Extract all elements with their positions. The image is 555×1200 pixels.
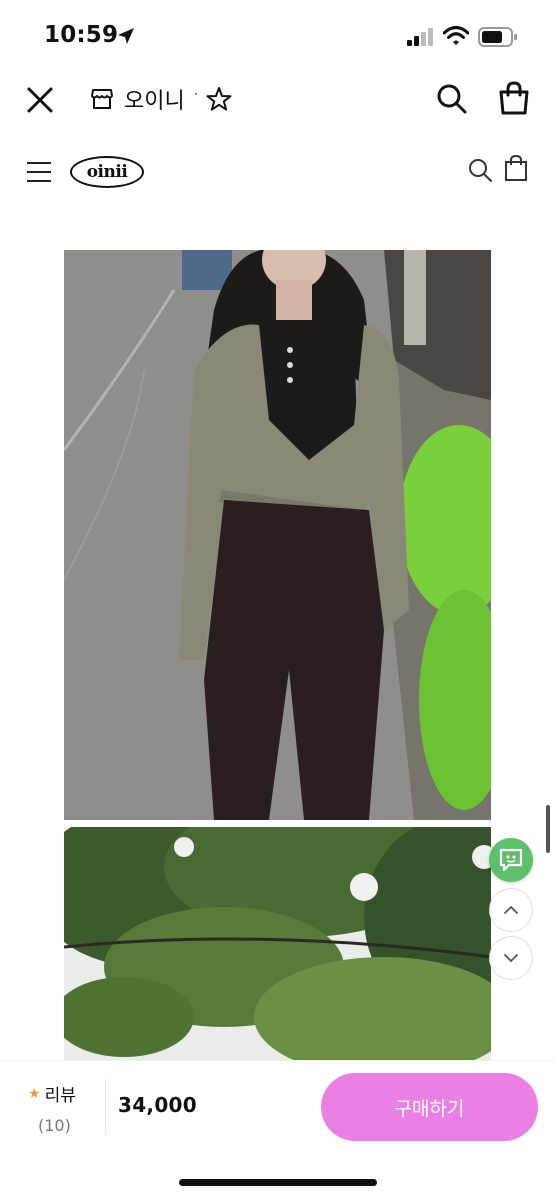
logo-text: oinii [86, 162, 128, 182]
app-header: 오이니 · [0, 70, 555, 130]
store-icon [91, 89, 113, 109]
location-arrow-icon [118, 28, 134, 44]
search-icon[interactable] [467, 157, 493, 183]
store-name[interactable]: 오이니 [124, 83, 185, 115]
site-logo[interactable]: oinii [70, 156, 144, 188]
signal-icon [407, 28, 433, 46]
separator: · [193, 84, 199, 105]
product-photo-trees [64, 827, 491, 1067]
battery-icon [478, 27, 517, 47]
price: 34,000 [118, 1093, 197, 1117]
star-icon[interactable] [206, 86, 232, 112]
review-count: (10) [38, 1116, 71, 1135]
hamburger-menu-icon[interactable] [26, 160, 52, 184]
review-star-icon: ★ [28, 1085, 41, 1102]
status-time: 10:59 [44, 22, 119, 48]
search-icon[interactable] [436, 83, 468, 115]
site-header: oinii [0, 140, 555, 206]
scrollbar[interactable] [546, 805, 550, 853]
scroll-down-button[interactable] [489, 936, 533, 980]
close-icon[interactable] [24, 84, 56, 116]
chevron-up-icon [504, 905, 518, 914]
divider [105, 1079, 106, 1135]
review-line: ★ 리뷰 [28, 1081, 100, 1107]
buy-button[interactable]: 구매하기 [321, 1073, 538, 1141]
chat-button[interactable] [489, 838, 533, 882]
chat-icon [499, 848, 523, 872]
shopping-bag-icon[interactable] [504, 154, 528, 182]
review-label: 리뷰 [44, 1086, 76, 1106]
scroll-up-button[interactable] [489, 888, 533, 932]
wifi-icon [443, 26, 469, 45]
shopping-bag-icon[interactable] [498, 81, 530, 115]
review-summary[interactable]: ★ 리뷰 (10) [28, 1081, 100, 1136]
chevron-down-icon [504, 954, 518, 963]
home-indicator [179, 1179, 377, 1186]
product-photo-model [64, 250, 491, 820]
status-bar: 10:59 [0, 0, 555, 70]
